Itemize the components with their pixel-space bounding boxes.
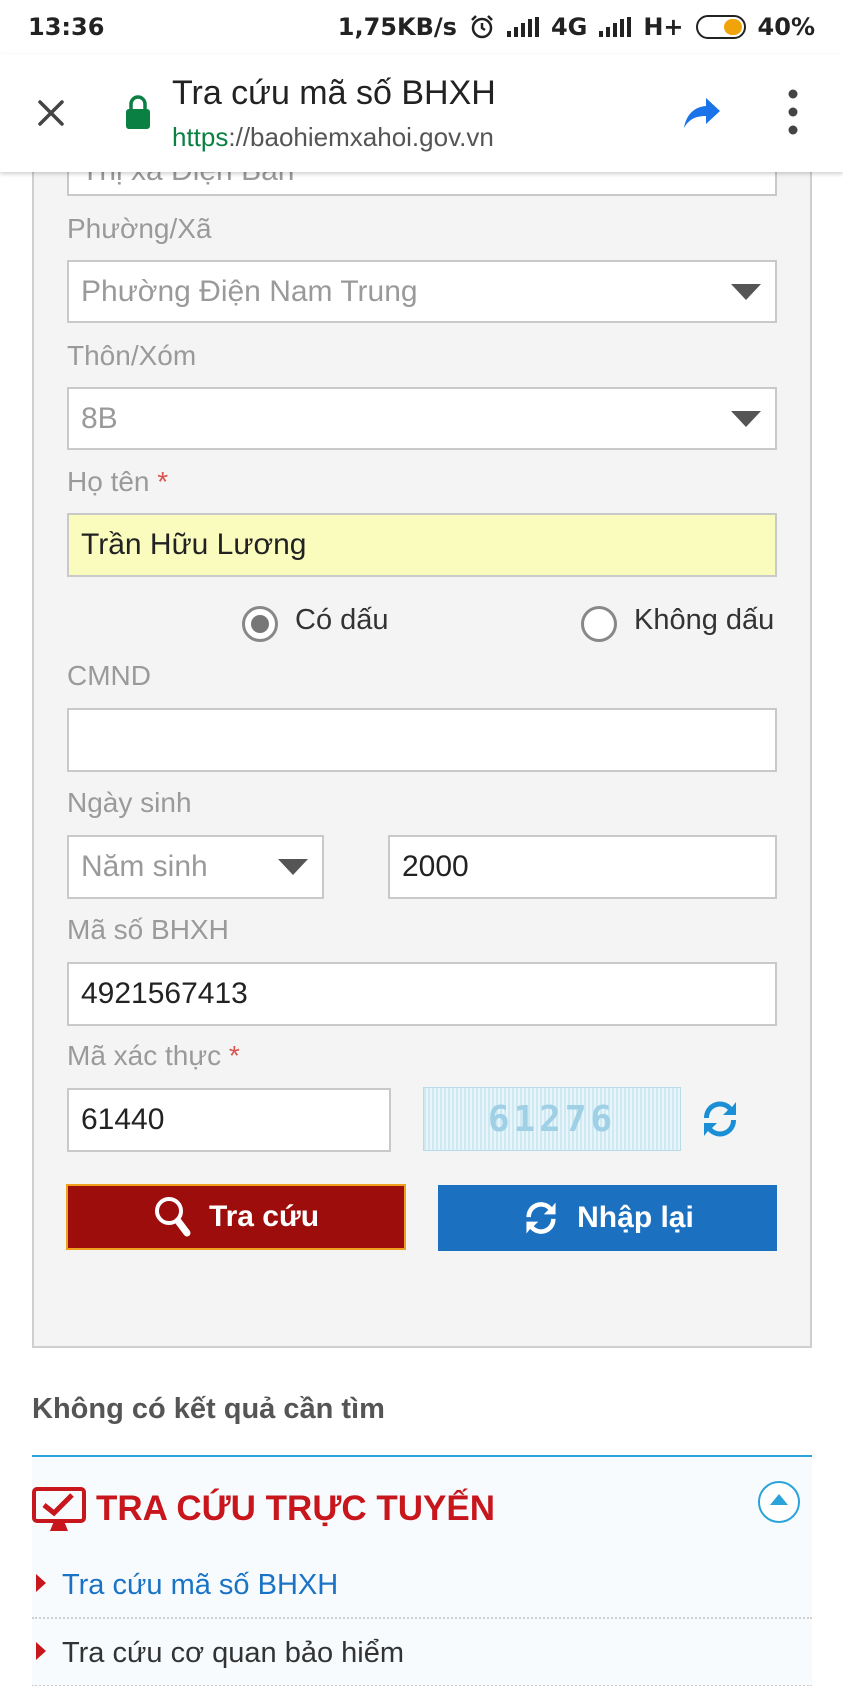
page-title: Tra cứu mã số BHXH [172, 74, 496, 112]
clock: 13:36 [28, 13, 105, 41]
full-name-input[interactable]: Trần Hữu Lương [67, 513, 777, 577]
dob-type-value: Năm sinh [81, 850, 208, 883]
ward-label: Phường/Xã [67, 213, 212, 244]
link-bhxh-code-lookup[interactable]: Tra cứu mã số BHXH [32, 1553, 812, 1619]
url-host: ://baohiemxahoi.gov.vn [228, 122, 494, 152]
browser-toolbar: Tra cứu mã số BHXH https://baohiemxahoi.… [0, 54, 843, 172]
without-accent-radio[interactable] [581, 606, 617, 642]
full-name-value: Trần Hữu Lương [81, 528, 307, 561]
url-scheme: https [172, 122, 229, 152]
close-icon[interactable] [28, 90, 74, 136]
signal-icon-2 [599, 17, 632, 37]
search-button-label: Tra cứu [208, 1200, 320, 1233]
share-icon[interactable] [680, 90, 724, 134]
page-url[interactable]: https://baohiemxahoi.gov.vn [172, 122, 494, 153]
network-type-2: H+ [643, 13, 684, 41]
online-lookup-section: TRA CỨU TRỰC TUYẾN Tra cứu mã số BHXH Tr… [32, 1455, 812, 1686]
reset-button-label: Nhập lại [577, 1201, 694, 1234]
bhxh-code-label: Mã số BHXH [67, 914, 229, 945]
alarm-icon [471, 15, 493, 39]
birth-year-value: 2000 [402, 850, 469, 883]
bullet-icon [36, 1574, 46, 1592]
id-card-input[interactable] [67, 708, 777, 772]
id-card-label: CMND [67, 660, 151, 691]
captcha-label: Mã xác thực * [67, 1040, 240, 1072]
full-name-label-text: Họ tên [67, 466, 150, 497]
collapse-toggle-icon[interactable] [758, 1481, 800, 1523]
network-type-1: 4G [550, 13, 588, 41]
captcha-label-text: Mã xác thực [67, 1040, 222, 1071]
captcha-input[interactable]: 61440 [67, 1088, 391, 1152]
ward-select[interactable]: Phường Điện Nam Trung [67, 260, 777, 323]
refresh-captcha-icon[interactable] [698, 1096, 742, 1142]
link-insurance-office-lookup[interactable]: Tra cứu cơ quan bảo hiểm [32, 1621, 812, 1686]
hamlet-select[interactable]: 8B [67, 387, 777, 450]
birth-year-input[interactable]: 2000 [388, 835, 777, 899]
without-accent-label[interactable]: Không dấu [634, 604, 774, 637]
search-button[interactable]: Tra cứu [66, 1184, 406, 1250]
search-icon [154, 1197, 191, 1237]
hamlet-select-value: 8B [81, 401, 118, 435]
full-name-label: Họ tên * [67, 466, 168, 498]
lock-icon [126, 95, 150, 129]
refresh-icon [526, 1202, 556, 1234]
network-speed: 1,75KB/s [337, 13, 457, 41]
link-label: Tra cứu mã số BHXH [62, 1569, 339, 1601]
captcha-image-text: 61276 [487, 1098, 617, 1140]
battery-icon [695, 15, 746, 39]
no-result-message: Không có kết quả cần tìm [32, 1393, 385, 1425]
captcha-image: 61276 [423, 1087, 681, 1151]
hamlet-label: Thôn/Xóm [67, 340, 197, 371]
required-mark: * [157, 466, 169, 497]
chevron-down-icon [278, 859, 308, 875]
signal-icon [506, 17, 539, 37]
status-bar: 13:36 1,75KB/s 4G H+ 40% [0, 0, 843, 54]
bhxh-code-input[interactable]: 4921567413 [67, 962, 777, 1026]
ward-select-value: Phường Điện Nam Trung [81, 274, 418, 308]
more-menu-icon[interactable] [780, 86, 806, 138]
dob-label: Ngày sinh [67, 787, 192, 818]
online-lookup-heading: TRA CỨU TRỰC TUYẾN [96, 1489, 495, 1528]
link-label: Tra cứu cơ quan bảo hiểm [62, 1637, 405, 1669]
bhxh-code-value: 4921567413 [81, 977, 248, 1010]
reset-button[interactable]: Nhập lại [438, 1185, 777, 1251]
battery-level: 40% [757, 13, 815, 41]
captcha-input-value: 61440 [81, 1103, 165, 1136]
bullet-icon [36, 1642, 46, 1660]
with-accent-label[interactable]: Có dấu [295, 604, 389, 637]
monitor-check-icon [32, 1487, 86, 1531]
chevron-down-icon [731, 410, 761, 427]
dob-type-select[interactable]: Năm sinh [67, 835, 324, 899]
chevron-down-icon [731, 283, 761, 300]
with-accent-radio[interactable] [242, 606, 278, 642]
required-mark: * [228, 1040, 240, 1071]
